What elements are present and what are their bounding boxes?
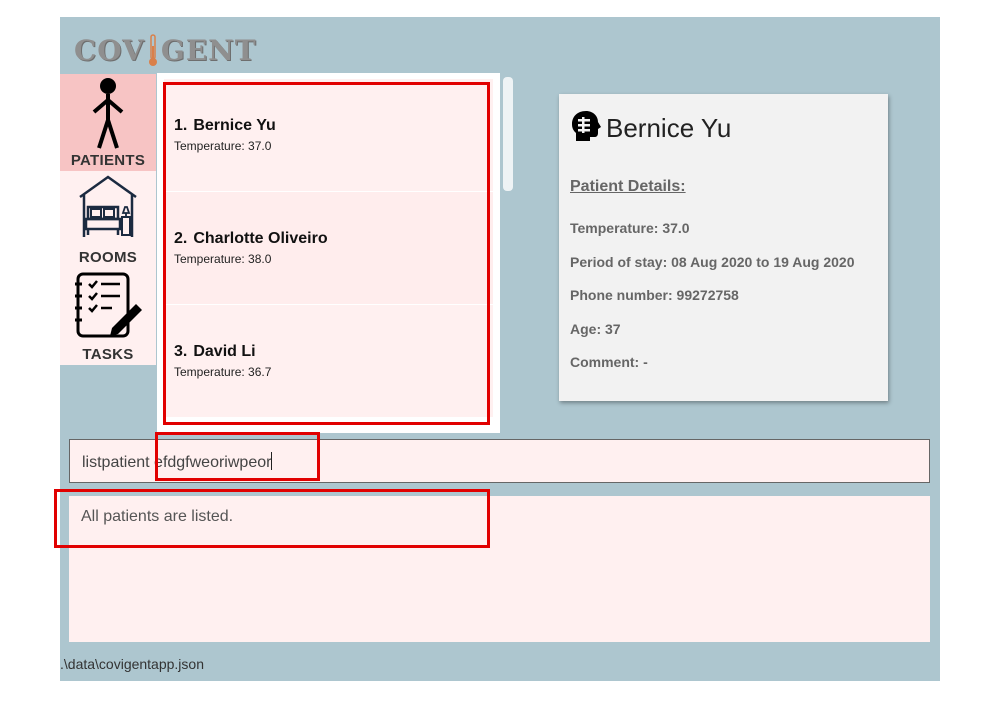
patient-profile-icon — [570, 110, 602, 147]
logo-text-right: GENT — [160, 33, 257, 67]
detail-period-of-stay: Period of stay: 08 Aug 2020 to 19 Aug 20… — [570, 254, 855, 270]
detail-comment: Comment: - — [570, 354, 648, 370]
person-icon — [88, 76, 128, 152]
nav-tab-patients[interactable]: PATIENTS — [60, 74, 156, 171]
detail-phone-number: Phone number: 99272758 — [570, 287, 739, 303]
checklist-icon — [72, 270, 144, 340]
app-logo: COV GENT — [74, 33, 257, 67]
bed-icon — [76, 173, 140, 239]
nav-tab-rooms[interactable]: ROOMS — [60, 171, 156, 268]
nav-tab-label: TASKS — [82, 346, 134, 363]
nav-tab-tasks[interactable]: TASKS — [60, 268, 156, 365]
highlight-box-patient-list — [163, 82, 490, 425]
detail-heading: Patient Details: — [570, 178, 686, 195]
detail-age: Age: 37 — [570, 321, 621, 337]
list-scrollbar[interactable] — [503, 77, 513, 191]
highlight-box-command-args — [155, 432, 320, 481]
detail-temperature: Temperature: 37.0 — [570, 220, 690, 236]
thermometer-icon — [147, 34, 159, 66]
nav-tab-label: PATIENTS — [70, 152, 146, 169]
status-bar-path: .\data\covigentapp.json — [60, 656, 204, 672]
detail-header: Bernice Yu — [570, 110, 731, 147]
nav-tab-label: ROOMS — [78, 249, 138, 266]
detail-patient-name: Bernice Yu — [606, 113, 732, 143]
logo-text-left: COV — [74, 33, 145, 67]
patient-detail-panel: Bernice Yu Patient Details: Temperature:… — [559, 94, 888, 401]
highlight-box-result — [54, 489, 490, 548]
